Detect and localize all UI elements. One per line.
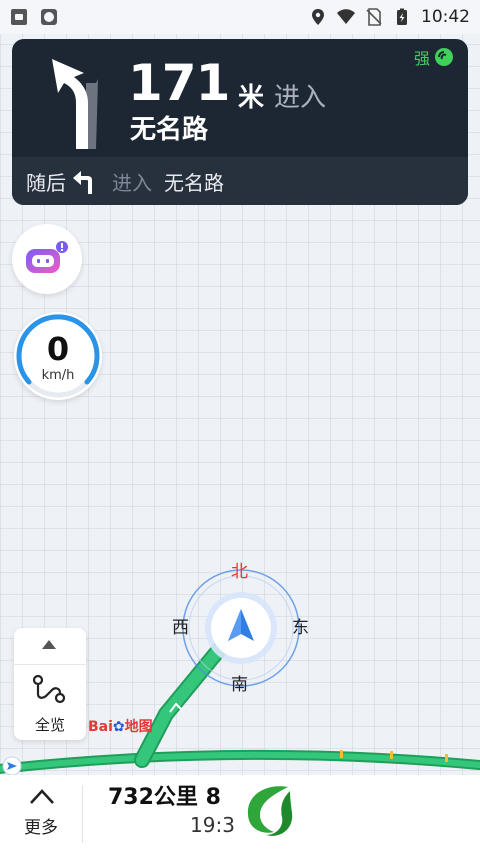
trip-remaining: 732公里 8	[108, 785, 221, 810]
compass-south: 南	[231, 675, 248, 695]
chevron-up-icon	[30, 789, 54, 804]
route-overview-icon[interactable]	[32, 674, 66, 704]
more-button[interactable]: 更多	[0, 775, 82, 853]
baidu-paw-icon: ✿	[112, 719, 125, 735]
compass-east: 东	[292, 618, 309, 638]
more-label: 更多	[24, 818, 58, 838]
location-cursor-icon	[2, 756, 22, 776]
collapse-triangle-icon[interactable]	[42, 640, 56, 649]
panel-divider	[14, 664, 86, 665]
compass-north: 北	[231, 562, 248, 582]
app-leaf-logo-icon	[237, 778, 301, 842]
map-side-panel: 全览	[14, 628, 86, 740]
bar-divider	[82, 785, 83, 843]
trip-eta: 19:3	[190, 813, 235, 837]
compass-west: 西	[172, 618, 189, 638]
overview-label[interactable]: 全览	[14, 714, 86, 735]
baidu-map-logo: Bai✿地图	[88, 719, 153, 735]
